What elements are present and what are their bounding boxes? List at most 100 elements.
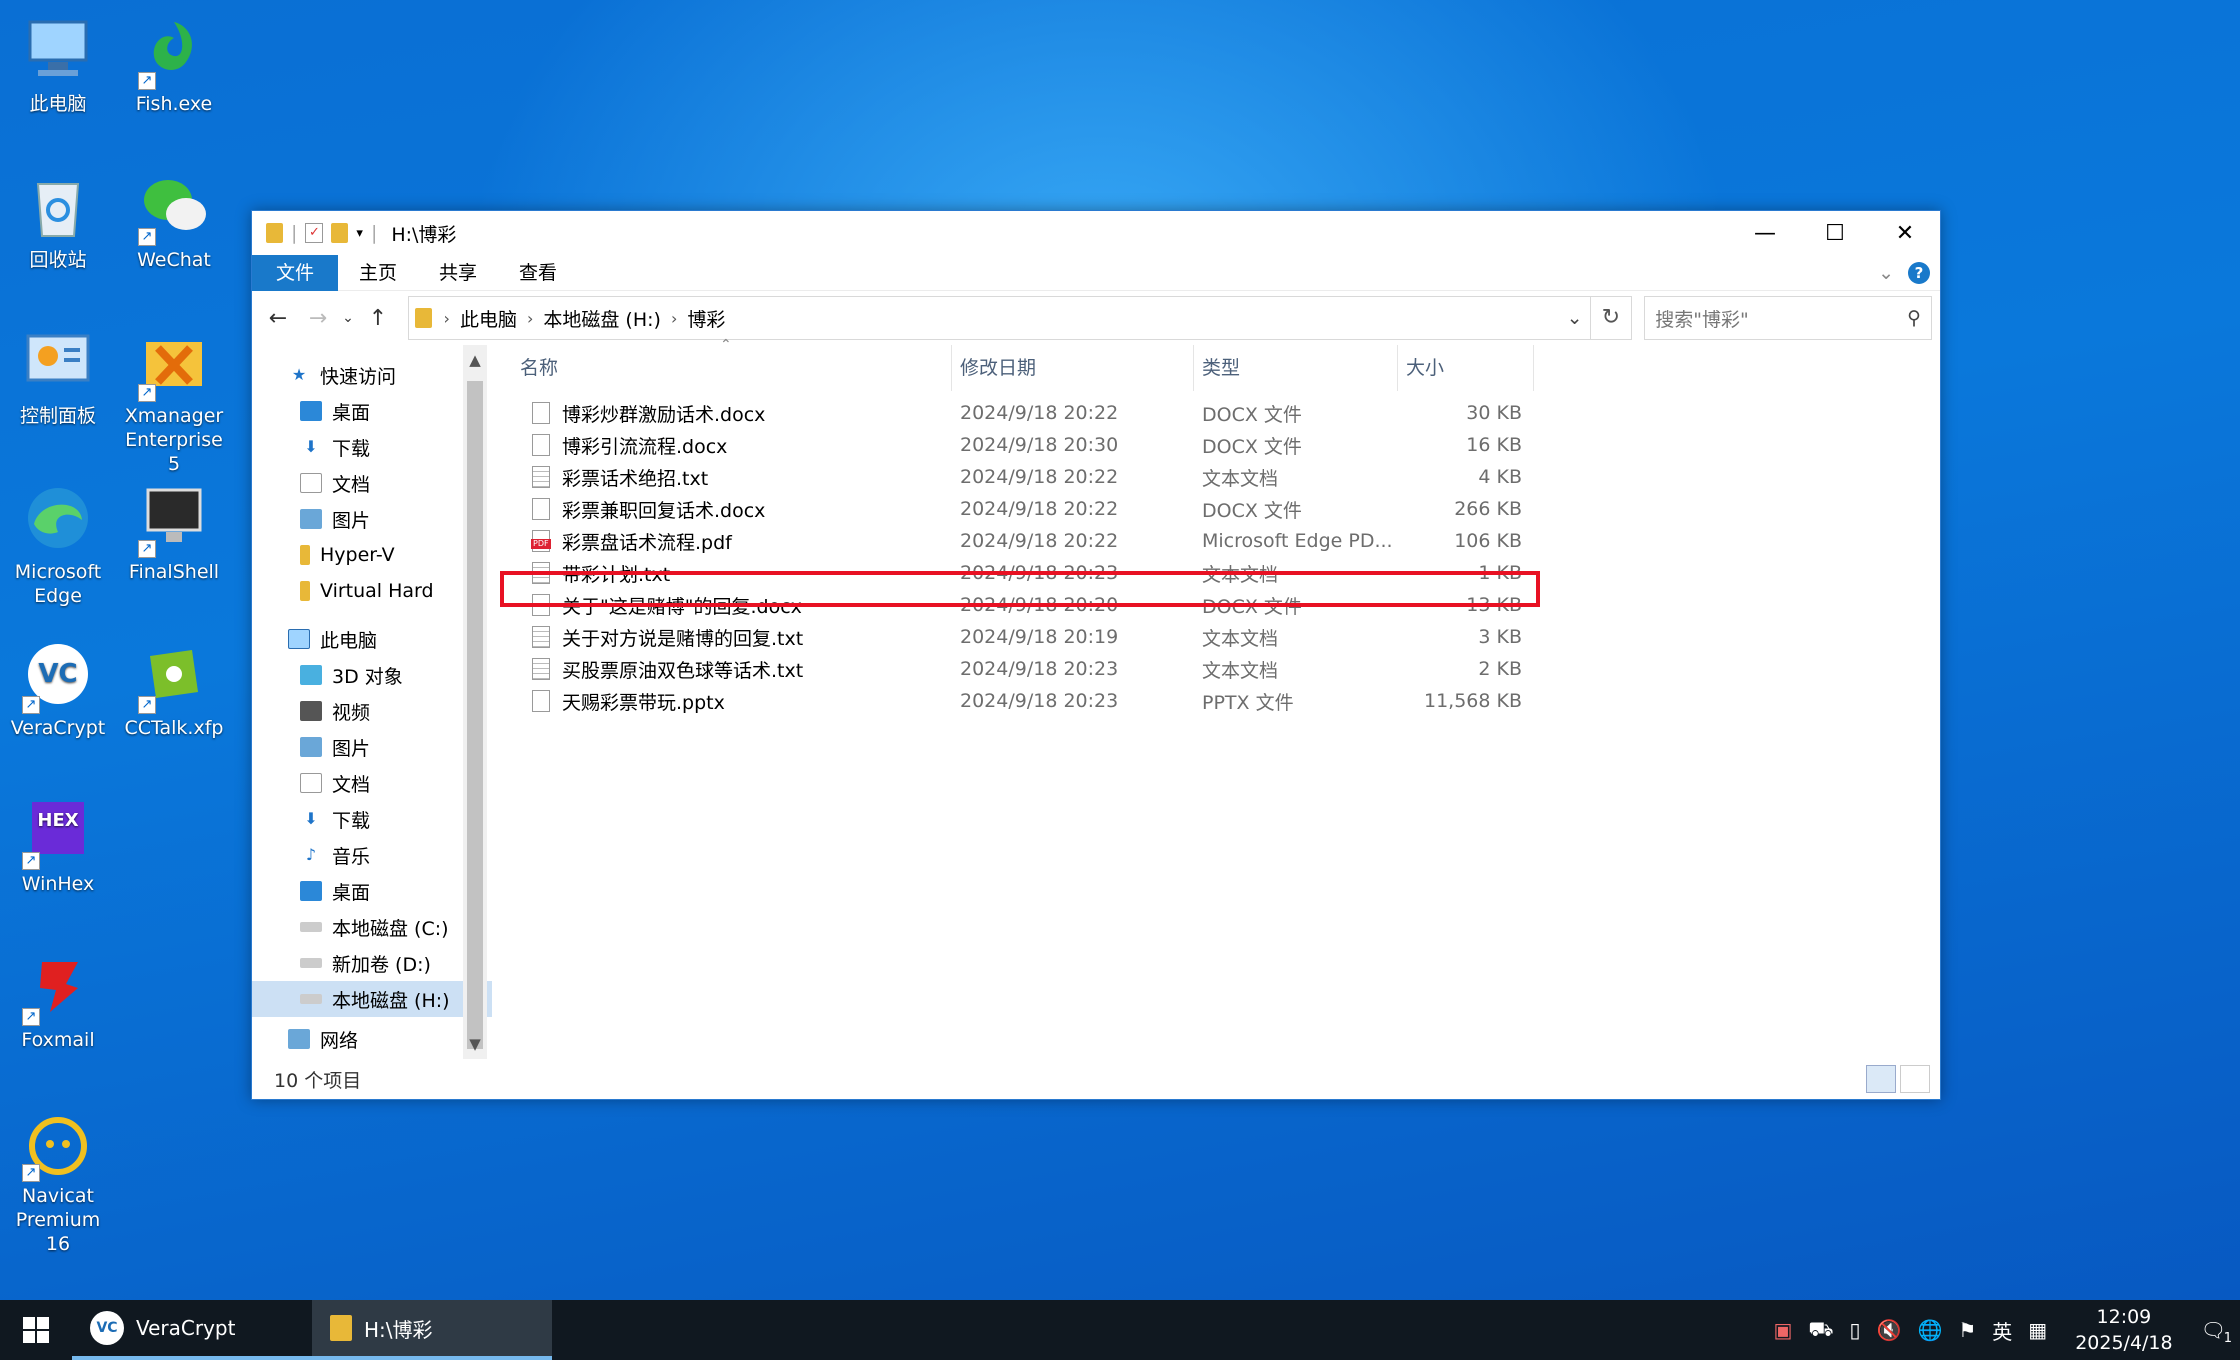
tray-app-icon[interactable]: ▣ <box>1773 1318 1792 1342</box>
sidebar-item-quick-access[interactable]: ★ 快速访问 <box>252 357 492 393</box>
sidebar-item-pictures[interactable]: 图片📌 <box>252 501 492 537</box>
start-button[interactable] <box>0 1300 72 1360</box>
file-row[interactable]: 天赐彩票带玩.pptx 2024/9/18 20:23 PPTX 文件 11,568 … <box>512 685 1940 717</box>
forward-button[interactable]: → <box>300 306 336 331</box>
column-size[interactable]: 大小 <box>1398 345 1534 391</box>
tray-info-icon[interactable]: ⚑ <box>1958 1318 1976 1342</box>
sidebar-item-drive-c[interactable]: 本地磁盘 (C:) <box>252 909 492 945</box>
sidebar-item-virtual-hard[interactable]: Virtual Hard📌 <box>252 573 492 609</box>
sidebar-item-drive-h[interactable]: 本地磁盘 (H:) <box>252 981 492 1017</box>
scroll-down-icon[interactable]: ▼ <box>463 1035 487 1053</box>
tab-home[interactable]: 主页 <box>338 255 418 291</box>
desktop-icon-finalshell[interactable]: ↗ FinalShell <box>119 480 229 584</box>
file-row[interactable]: 关于对方说是赌博的回复.txt 2024/9/18 20:19 文本文档 3 KB <box>512 621 1940 653</box>
desktop-icon-label: Xmanager Enterprise 5 <box>124 405 224 475</box>
taskbar-app-explorer[interactable]: H:\博彩 <box>312 1300 552 1360</box>
title-bar[interactable]: | ✓ ▾ | H:\博彩 — ☐ ✕ <box>252 211 1940 255</box>
column-name[interactable]: 名称 <box>512 345 952 391</box>
address-bar[interactable]: › 此电脑 › 本地磁盘 (H:) › 博彩 ⌄ <box>407 296 1591 340</box>
up-button[interactable]: ↑ <box>360 306 396 331</box>
sidebar-item-hyper-v[interactable]: Hyper-V📌 <box>252 537 492 573</box>
help-icon[interactable]: ? <box>1908 261 1930 284</box>
expand-ribbon-icon[interactable]: ⌄ <box>1878 262 1894 284</box>
recent-locations-icon[interactable]: ⌄ <box>340 310 356 326</box>
file-size: 16 KB <box>1466 434 1522 456</box>
ime-settings-icon[interactable]: ▦ <box>2028 1318 2047 1342</box>
desktop-icon-fish[interactable]: ↗ Fish.exe <box>119 12 229 116</box>
sidebar-item-downloads[interactable]: ⬇下载📌 <box>252 429 492 465</box>
tray-network-drive-icon[interactable]: ⛟ <box>1808 1317 1833 1344</box>
scroll-up-icon[interactable]: ▲ <box>463 351 487 369</box>
usb-icon[interactable]: ▯ <box>1850 1318 1861 1342</box>
sidebar-item-3d-objects[interactable]: 3D 对象 <box>252 657 492 693</box>
sidebar-item-this-pc[interactable]: 此电脑 <box>252 621 492 657</box>
sidebar-item-pictures-pc[interactable]: 图片 <box>252 729 492 765</box>
file-row[interactable]: 买股票原油双色球等话术.txt 2024/9/18 20:23 文本文档 2 KB <box>512 653 1940 685</box>
file-row[interactable]: 彩票兼职回复话术.docx 2024/9/18 20:22 DOCX 文件 266 K… <box>512 493 1940 525</box>
file-name: 彩票盘话术流程.pdf <box>512 528 952 555</box>
sidebar-item-music[interactable]: ♪ 音乐 <box>252 837 492 873</box>
breadcrumb-this-pc[interactable]: 此电脑 <box>460 305 517 332</box>
scroll-thumb[interactable] <box>467 381 483 1049</box>
sidebar-item-desktop-pc[interactable]: 桌面 <box>252 873 492 909</box>
file-row[interactable]: 彩票盘话术流程.pdf 2024/9/18 20:22 Microsoft Edge… <box>512 525 1940 557</box>
maximize-button[interactable]: ☐ <box>1800 211 1870 255</box>
notifications-icon[interactable]: 🗨 1 <box>2201 1318 2232 1346</box>
sidebar-item-documents-pc[interactable]: 文档 <box>252 765 492 801</box>
chevron-right-icon[interactable]: › <box>444 309 450 328</box>
network-icon <box>288 1029 310 1049</box>
new-folder-icon[interactable] <box>331 223 349 243</box>
file-name: 关于对方说是赌博的回复.txt <box>512 624 952 651</box>
breadcrumb-drive-h[interactable]: 本地磁盘 (H:) <box>543 305 661 332</box>
file-row[interactable]: 博彩引流流程.docx 2024/9/18 20:30 DOCX 文件 16 KB <box>512 429 1940 461</box>
customize-toolbar-icon[interactable]: ▾ <box>356 226 363 241</box>
column-date[interactable]: 修改日期 <box>952 345 1194 391</box>
large-icons-view-button[interactable] <box>1900 1065 1930 1093</box>
tab-file[interactable]: 文件 <box>252 254 339 291</box>
globe-icon[interactable]: 🌐 <box>1917 1318 1942 1342</box>
desktop-icon-edge[interactable]: Microsoft Edge <box>3 480 113 608</box>
ime-mode[interactable]: 英 <box>1992 1316 2012 1345</box>
winhex-icon: HEX ↗ <box>20 792 96 870</box>
search-input[interactable]: 搜索"博彩" ⚲ <box>1644 296 1932 340</box>
chevron-right-icon[interactable]: › <box>671 309 677 328</box>
sidebar-item-documents[interactable]: 文档📌 <box>252 465 492 501</box>
clock[interactable]: 12:09 2025/4/18 <box>2063 1304 2184 1356</box>
taskbar-app-veracrypt[interactable]: VC VeraCrypt <box>72 1300 312 1360</box>
close-button[interactable]: ✕ <box>1870 211 1940 255</box>
file-date: 2024/9/18 20:30 <box>960 434 1119 456</box>
desktop-icon-veracrypt[interactable]: VC ↗ VeraCrypt <box>3 636 113 740</box>
desktop-icon-navicat[interactable]: ↗ Navicat Premium 16 <box>3 1104 113 1256</box>
breadcrumb-folder[interactable]: 博彩 <box>687 305 725 332</box>
desktop-icon-recycle-bin[interactable]: 回收站 <box>3 168 113 272</box>
desktop-icon-cctalk[interactable]: ↗ CCTalk.xfp <box>119 636 229 740</box>
back-button[interactable]: ← <box>260 306 296 331</box>
tab-share[interactable]: 共享 <box>418 255 498 291</box>
sidebar-item-downloads-pc[interactable]: ⬇ 下载 <box>252 801 492 837</box>
desktop-icon-control-panel[interactable]: 控制面板 <box>3 324 113 428</box>
details-view-button[interactable] <box>1866 1065 1896 1093</box>
folder-icon <box>414 308 432 328</box>
column-headers: ⌃ 名称 修改日期 类型 大小 <box>512 337 1940 391</box>
properties-icon[interactable]: ✓ <box>305 223 324 243</box>
tab-view[interactable]: 查看 <box>498 255 578 291</box>
sidebar-scrollbar[interactable]: ▲ ▼ <box>463 345 487 1059</box>
sidebar-item-desktop[interactable]: 桌面📌 <box>252 393 492 429</box>
volume-muted-icon[interactable]: 🔇 <box>1877 1318 1902 1342</box>
file-row[interactable]: 彩票话术绝招.txt 2024/9/18 20:22 文本文档 4 KB <box>512 461 1940 493</box>
refresh-button[interactable]: ↻ <box>1590 296 1633 340</box>
desktop-icon-wechat[interactable]: ↗ WeChat <box>119 168 229 272</box>
column-type[interactable]: 类型 <box>1194 345 1398 391</box>
sidebar-item-drive-d[interactable]: 新加卷 (D:) <box>252 945 492 981</box>
desktop-icon-winhex[interactable]: HEX ↗ WinHex <box>3 792 113 896</box>
file-row[interactable]: 博彩炒群激励话术.docx 2024/9/18 20:22 DOCX 文件 30 KB <box>512 397 1940 429</box>
address-dropdown-icon[interactable]: ⌄ <box>1560 307 1590 329</box>
sidebar-item-videos[interactable]: 视频 <box>252 693 492 729</box>
desktop-icon-xmanager[interactable]: ↗ Xmanager Enterprise 5 <box>119 324 229 476</box>
desktop-icon-foxmail[interactable]: ↗ Foxmail <box>3 948 113 1052</box>
desktop-icon-this-pc[interactable]: 此电脑 <box>3 12 113 116</box>
sidebar-item-network[interactable]: 网络 <box>252 1029 492 1052</box>
minimize-button[interactable]: — <box>1730 211 1800 255</box>
chevron-right-icon[interactable]: › <box>527 309 533 328</box>
file-date: 2024/9/18 20:22 <box>960 530 1119 552</box>
